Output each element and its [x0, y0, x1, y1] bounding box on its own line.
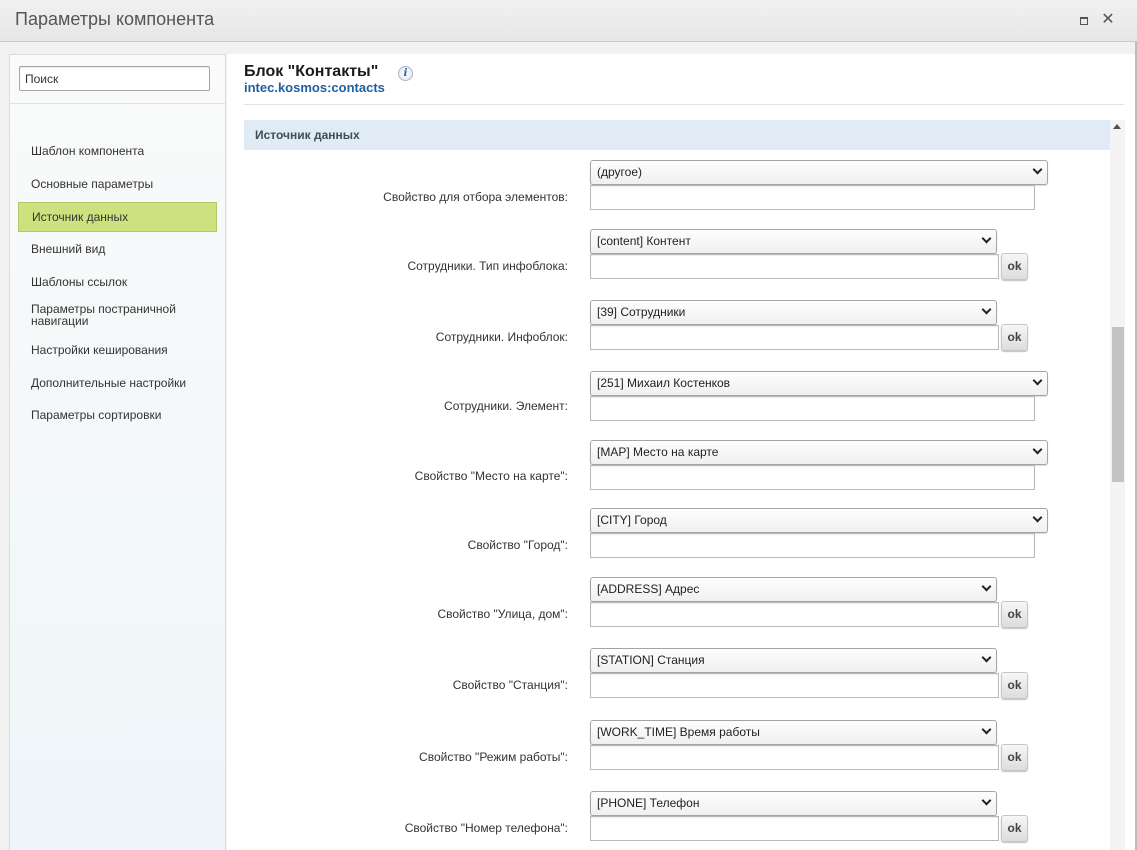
chevron-down-icon [981, 581, 992, 592]
city-property-select[interactable]: [CITY] Город [590, 508, 1048, 533]
chevron-down-icon [1032, 164, 1043, 175]
select-value: [ADDRESS] Адрес [597, 582, 700, 596]
field-label: Свойство "Место на карте": [414, 469, 568, 483]
ok-button[interactable]: ok [1001, 744, 1028, 771]
sidebar-item-data-source[interactable]: Источник данных [18, 202, 217, 232]
iblock-select[interactable]: [39] Сотрудники [590, 300, 997, 325]
field-label: Сотрудники. Элемент: [444, 399, 568, 413]
phone-property-input[interactable] [590, 816, 999, 841]
ok-button[interactable]: ok [1001, 815, 1028, 842]
work-time-property-select[interactable]: [WORK_TIME] Время работы [590, 720, 997, 745]
sidebar-item-basic[interactable]: Основные параметры [18, 178, 217, 190]
chevron-down-icon [981, 233, 992, 244]
field-label: Свойство для отбора элементов: [383, 190, 568, 204]
select-value: [content] Контент [597, 234, 691, 248]
ok-button[interactable]: ok [1001, 253, 1028, 280]
ok-button[interactable]: ok [1001, 601, 1028, 628]
element-select[interactable]: [251] Михаил Костенков [590, 371, 1048, 396]
field-label: Свойство "Станция": [452, 678, 568, 692]
select-value: (другое) [597, 165, 642, 179]
chevron-down-icon [981, 652, 992, 663]
component-code: intec.kosmos:contacts [244, 80, 385, 95]
field-label: Свойство "Номер телефона": [404, 821, 568, 835]
window-title: Параметры компонента [15, 9, 215, 29]
map-property-input[interactable] [590, 465, 1035, 490]
select-value: [PHONE] Телефон [597, 796, 700, 810]
select-value: [WORK_TIME] Время работы [597, 725, 760, 739]
ok-button[interactable]: ok [1001, 672, 1028, 699]
element-input[interactable] [590, 396, 1035, 421]
map-property-select[interactable]: [MAP] Место на карте [590, 440, 1048, 465]
iblock-type-select[interactable]: [content] Контент [590, 229, 997, 254]
chevron-down-icon [981, 304, 992, 315]
sidebar-divider [10, 103, 225, 104]
sidebar: Шаблон компонента Основные параметры Ист… [9, 54, 226, 850]
select-value: [CITY] Город [597, 513, 667, 527]
iblock-type-input[interactable] [590, 254, 999, 279]
field-label: Сотрудники. Инфоблок: [435, 330, 568, 344]
field-label: Сотрудники. Тип инфоблока: [407, 259, 568, 273]
station-property-input[interactable] [590, 673, 999, 698]
iblock-input[interactable] [590, 325, 999, 350]
property-filter-select[interactable]: (другое) [590, 160, 1048, 185]
scroll-up-icon[interactable] [1113, 124, 1121, 129]
header-divider [244, 104, 1124, 105]
window-titlebar: Параметры компонента ✕ [0, 0, 1137, 42]
chevron-down-icon [1032, 375, 1043, 386]
sidebar-item-url-templates[interactable]: Шаблоны ссылок [18, 276, 217, 288]
chevron-down-icon [1032, 512, 1043, 523]
station-property-select[interactable]: [STATION] Станция [590, 648, 997, 673]
ok-button[interactable]: ok [1001, 324, 1028, 351]
sidebar-item-sorting[interactable]: Параметры сортировки [18, 409, 217, 421]
address-property-input[interactable] [590, 602, 999, 627]
component-title: Блок "Контакты" [244, 63, 379, 80]
property-filter-input[interactable] [590, 185, 1035, 210]
dialog-body: Шаблон компонента Основные параметры Ист… [0, 42, 1137, 850]
info-icon[interactable]: i [398, 66, 413, 81]
search-input[interactable] [19, 66, 210, 91]
chevron-down-icon [1032, 444, 1043, 455]
field-label: Свойство "Город": [467, 538, 568, 552]
main-panel: Блок "Контакты" i intec.kosmos:contacts … [227, 54, 1135, 850]
section-title: Источник данных [255, 128, 360, 142]
phone-property-select[interactable]: [PHONE] Телефон [590, 791, 997, 816]
chevron-down-icon [981, 795, 992, 806]
sidebar-item-template[interactable]: Шаблон компонента [18, 145, 217, 157]
field-label: Свойство "Режим работы": [419, 750, 568, 764]
scrollbar-thumb[interactable] [1112, 327, 1124, 482]
field-label: Свойство "Улица, дом": [437, 607, 568, 621]
address-property-select[interactable]: [ADDRESS] Адрес [590, 577, 997, 602]
city-property-input[interactable] [590, 533, 1035, 558]
select-value: [39] Сотрудники [597, 305, 686, 319]
scrollbar[interactable] [1110, 120, 1125, 850]
sidebar-item-additional[interactable]: Дополнительные настройки [18, 377, 217, 389]
section-header: Источник данных [244, 120, 1110, 150]
select-value: [251] Михаил Костенков [597, 376, 731, 390]
sidebar-item-pagination[interactable]: Параметры постраничной навигации [18, 303, 193, 327]
select-value: [MAP] Место на карте [597, 445, 719, 459]
sidebar-item-caching[interactable]: Настройки кеширования [18, 344, 217, 356]
close-icon[interactable]: ✕ [1100, 12, 1116, 28]
maximize-icon[interactable] [1076, 12, 1092, 28]
sidebar-item-appearance[interactable]: Внешний вид [18, 243, 217, 255]
work-time-property-input[interactable] [590, 745, 999, 770]
select-value: [STATION] Станция [597, 653, 705, 667]
chevron-down-icon [981, 724, 992, 735]
